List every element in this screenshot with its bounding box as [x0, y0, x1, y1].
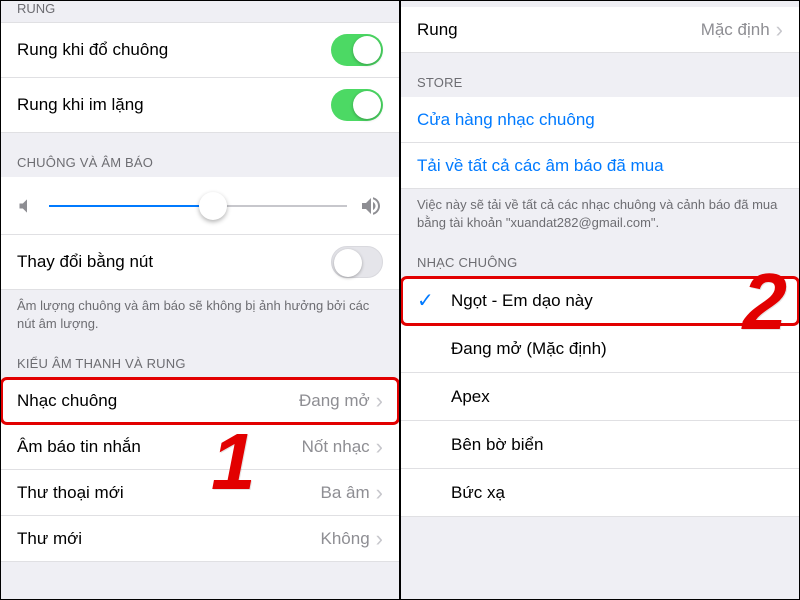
- tone-label: Bên bờ biển: [451, 435, 543, 455]
- speaker-low-icon: [17, 196, 37, 216]
- row-vibrate-on-silent[interactable]: Rung khi im lặng: [1, 78, 399, 133]
- label-new-mail: Thư mới: [17, 529, 82, 549]
- speaker-high-icon: [359, 194, 383, 218]
- tone-label: Ngọt - Em dạo này: [451, 291, 593, 311]
- link-tone-store: Cửa hàng nhạc chuông: [417, 110, 595, 130]
- volume-slider-row: [1, 177, 399, 235]
- value-text-tone: Nốt nhạc: [302, 437, 370, 457]
- volume-footer-text: Âm lượng chuông và âm báo sẽ không bị ản…: [1, 290, 399, 342]
- label-text-tone: Âm báo tin nhắn: [17, 437, 141, 457]
- checkmark-placeholder: ✓: [417, 336, 437, 361]
- section-header-store: STORE: [401, 53, 799, 97]
- row-vibration[interactable]: Rung Mặc định ›: [401, 7, 799, 53]
- row-new-voicemail[interactable]: Thư thoại mới Ba âm ›: [1, 470, 399, 516]
- label-vibration: Rung: [417, 20, 458, 40]
- chevron-right-icon: ›: [376, 390, 383, 412]
- chevron-right-icon: ›: [776, 19, 783, 41]
- label-vibrate-ring: Rung khi đổ chuông: [17, 40, 168, 60]
- chevron-right-icon: ›: [376, 436, 383, 458]
- store-footer-text: Việc này sẽ tải về tất cả các nhạc chuôn…: [401, 189, 799, 241]
- value-new-voicemail: Ba âm: [321, 483, 370, 503]
- tone-label: Bức xạ: [451, 483, 505, 503]
- tone-row-0[interactable]: ✓ Ngọt - Em dạo này: [401, 277, 799, 325]
- link-download-purchased: Tải về tất cả các âm báo đã mua: [417, 156, 664, 176]
- chevron-right-icon: ›: [376, 528, 383, 550]
- value-vibration: Mặc định: [701, 20, 770, 40]
- section-header-rung-cut: RUNG: [1, 1, 399, 23]
- switch-vibrate-ring[interactable]: [331, 34, 383, 66]
- tone-row-2[interactable]: ✓ Apex: [401, 373, 799, 421]
- settings-sounds-pane: RUNG Rung khi đổ chuông Rung khi im lặng…: [1, 1, 399, 599]
- row-tone-store[interactable]: Cửa hàng nhạc chuông: [401, 97, 799, 143]
- section-header-ringer: CHUÔNG VÀ ÂM BÁO: [1, 133, 399, 177]
- row-text-tone[interactable]: Âm báo tin nhắn Nốt nhạc ›: [1, 424, 399, 470]
- tone-row-3[interactable]: ✓ Bên bờ biển: [401, 421, 799, 469]
- switch-change-with-buttons[interactable]: [331, 246, 383, 278]
- row-ringtone[interactable]: Nhạc chuông Đang mở ›: [1, 378, 399, 424]
- row-change-with-buttons[interactable]: Thay đổi bằng nút: [1, 235, 399, 290]
- tone-row-4[interactable]: ✓ Bức xạ: [401, 469, 799, 517]
- label-vibrate-silent: Rung khi im lặng: [17, 95, 144, 115]
- checkmark-placeholder: ✓: [417, 480, 437, 505]
- checkmark-placeholder: ✓: [417, 384, 437, 409]
- label-new-voicemail: Thư thoại mới: [17, 483, 124, 503]
- row-new-mail[interactable]: Thư mới Không ›: [1, 516, 399, 562]
- checkmark-icon: ✓: [417, 288, 437, 313]
- tone-label: Apex: [451, 387, 490, 407]
- screenshot-container: RUNG Rung khi đổ chuông Rung khi im lặng…: [0, 0, 800, 600]
- tone-row-1[interactable]: ✓ Đang mở (Mặc định): [401, 325, 799, 373]
- section-header-sounds: KIỂU ÂM THANH VÀ RUNG: [1, 342, 399, 378]
- checkmark-placeholder: ✓: [417, 432, 437, 457]
- section-header-ringtone: NHẠC CHUÔNG: [401, 241, 799, 277]
- ringtone-select-pane: Rung Mặc định › STORE Cửa hàng nhạc chuô…: [401, 1, 799, 599]
- label-change-with-buttons: Thay đổi bằng nút: [17, 252, 153, 272]
- tone-label: Đang mở (Mặc định): [451, 339, 607, 359]
- switch-vibrate-silent[interactable]: [331, 89, 383, 121]
- label-ringtone: Nhạc chuông: [17, 391, 117, 411]
- value-ringtone: Đang mở: [299, 391, 370, 411]
- row-download-purchased[interactable]: Tải về tất cả các âm báo đã mua: [401, 143, 799, 189]
- row-vibrate-on-ring[interactable]: Rung khi đổ chuông: [1, 23, 399, 78]
- chevron-right-icon: ›: [376, 482, 383, 504]
- value-new-mail: Không: [321, 529, 370, 549]
- volume-slider[interactable]: [49, 205, 347, 207]
